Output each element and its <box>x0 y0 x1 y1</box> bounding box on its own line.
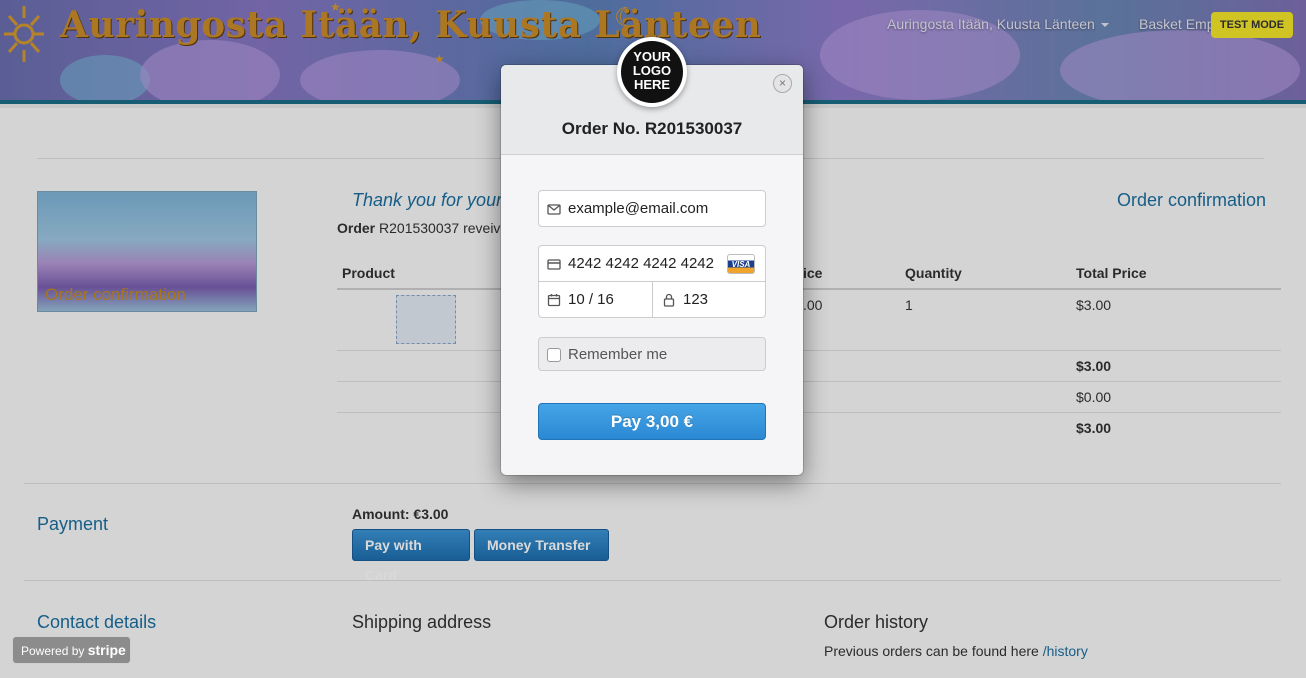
lock-icon <box>663 293 675 307</box>
remember-me[interactable]: Remember me <box>538 337 766 371</box>
remember-me-checkbox[interactable] <box>547 348 561 362</box>
card-brand-label: VISA <box>731 260 751 269</box>
close-icon: × <box>778 76 786 90</box>
expiry-value: 10 / 16 <box>568 291 614 308</box>
card-number-value: 4242 4242 4242 4242 <box>568 255 714 272</box>
cvc-field[interactable]: 123 <box>654 282 765 318</box>
remember-me-label: Remember me <box>568 346 668 363</box>
credit-card-icon <box>547 259 561 270</box>
email-field[interactable]: example@email.com <box>538 190 766 227</box>
card-number-field[interactable]: 4242 4242 4242 4242 VISA <box>539 246 765 282</box>
close-button[interactable]: × <box>773 74 792 93</box>
cvc-value: 123 <box>683 291 709 308</box>
stripe-badge-prefix: Powered by <box>21 644 85 658</box>
expiry-field[interactable]: 10 / 16 <box>539 282 653 318</box>
modal-header: YOUR LOGO HERE × Order No. R201530037 <box>501 37 803 155</box>
visa-icon: VISA <box>727 254 755 274</box>
pay-button[interactable]: Pay 3,00 € <box>538 403 766 440</box>
modal-title: Order No. R201530037 <box>561 119 743 138</box>
envelope-icon <box>547 204 561 215</box>
email-value: example@email.com <box>568 200 709 217</box>
stripe-badge-brand: stripe <box>87 642 126 658</box>
card-fields: 4242 4242 4242 4242 VISA 10 / 16 123 <box>538 245 766 318</box>
logo-text: YOUR LOGO HERE <box>621 41 683 103</box>
checkout-modal: YOUR LOGO HERE × Order No. R201530037 ex… <box>501 37 803 475</box>
calendar-icon <box>547 294 561 307</box>
merchant-logo: YOUR LOGO HERE <box>617 37 687 107</box>
powered-by-stripe-badge[interactable]: Powered by stripe <box>12 636 131 664</box>
